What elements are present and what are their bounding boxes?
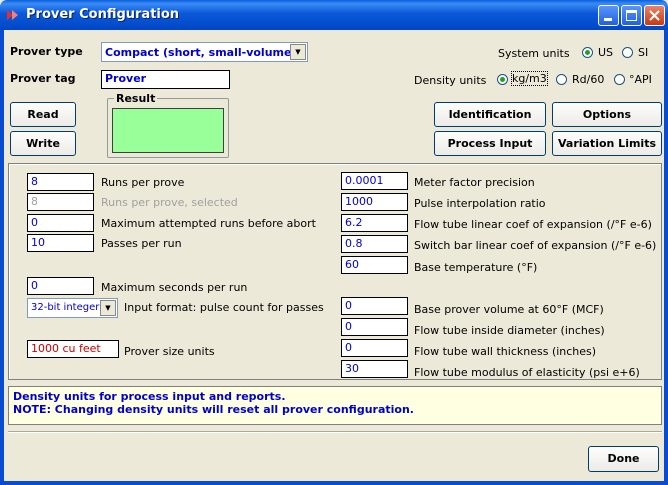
prover-type-select[interactable]: Compact (short, small-volume) ▼ — [101, 42, 308, 62]
flow-tube-modulus-input[interactable]: 30 — [341, 360, 408, 378]
chevron-down-icon[interactable]: ▼ — [290, 44, 306, 60]
flow-tube-linear-coef-label: Flow tube linear coef of expansion (/°F … — [414, 218, 652, 231]
max-attempted-runs-label: Maximum attempted runs before abort — [101, 217, 316, 230]
runs-per-prove-input[interactable]: 8 — [27, 173, 94, 191]
density-kgm3-label: kg/m3 — [511, 71, 548, 86]
identification-button-label: Identification — [448, 108, 532, 121]
prover-type-label: Prover type — [10, 45, 83, 58]
flow-tube-diameter-input[interactable]: 0 — [341, 318, 408, 336]
base-temperature-label: Base temperature (°F) — [414, 261, 538, 274]
system-units-label: System units — [498, 47, 570, 60]
result-indicator — [112, 108, 224, 153]
passes-per-run-label: Passes per run — [101, 237, 182, 250]
process-input-button-label: Process Input — [447, 137, 533, 150]
window-frame-left — [0, 30, 4, 485]
minimize-icon — [604, 18, 612, 21]
flow-tube-modulus-label: Flow tube modulus of elasticity (psi e+6… — [414, 366, 640, 379]
input-format-label: Input format: pulse count for passes — [124, 301, 324, 314]
result-label: Result — [114, 92, 158, 105]
base-prover-volume-input[interactable]: 0 — [341, 297, 408, 315]
maximize-icon — [626, 10, 637, 21]
help-message-box: Density units for process input and repo… — [8, 386, 662, 425]
options-button-label: Options — [582, 108, 632, 121]
prover-tag-label: Prover tag — [10, 72, 76, 85]
density-units-label: Density units — [414, 74, 487, 87]
switch-bar-coef-input[interactable]: 0.8 — [341, 235, 408, 253]
window-frame-right — [664, 30, 668, 485]
input-format-value: 32-bit integer — [31, 302, 100, 313]
prover-type-value: Compact (short, small-volume) — [105, 46, 297, 59]
process-input-button[interactable]: Process Input — [434, 131, 546, 156]
pulse-interpolation-input[interactable]: 1000 — [341, 193, 408, 211]
base-prover-volume-label: Base prover volume at 60°F (MCF) — [414, 303, 604, 316]
max-attempted-runs-input[interactable]: 0 — [27, 214, 94, 232]
close-icon — [649, 10, 660, 21]
runs-per-prove-selected-label: Runs per prove, selected — [101, 196, 238, 209]
passes-per-run-input[interactable]: 10 — [27, 234, 94, 252]
base-temperature-input[interactable]: 60 — [341, 256, 408, 274]
title-bar[interactable]: Prover Configuration — [0, 0, 668, 30]
footer-separator — [8, 431, 662, 433]
maximize-button[interactable] — [621, 5, 642, 26]
density-api-radio[interactable] — [614, 74, 625, 85]
variation-limits-button[interactable]: Variation Limits — [552, 131, 662, 156]
window-frame-bottom — [0, 481, 668, 485]
flow-tube-diameter-label: Flow tube inside diameter (inches) — [414, 324, 605, 337]
done-button[interactable]: Done — [588, 446, 659, 472]
done-button-label: Done — [607, 452, 640, 465]
flow-tube-wall-thickness-input[interactable]: 0 — [341, 339, 408, 357]
close-button[interactable] — [644, 5, 665, 26]
flow-tube-linear-coef-input[interactable]: 6.2 — [341, 214, 408, 232]
meter-factor-precision-label: Meter factor precision — [414, 176, 535, 189]
variation-limits-button-label: Variation Limits — [557, 137, 657, 150]
read-button-label: Read — [27, 108, 59, 121]
system-units-si-radio[interactable] — [622, 47, 633, 58]
runs-per-prove-label: Runs per prove — [101, 176, 185, 189]
system-units-us-radio[interactable] — [582, 47, 593, 58]
density-rd60-label: Rd/60 — [572, 73, 605, 86]
options-button[interactable]: Options — [552, 102, 662, 127]
chevron-down-icon[interactable]: ▼ — [100, 300, 116, 316]
system-units-si-label: SI — [638, 46, 649, 59]
read-button[interactable]: Read — [10, 102, 76, 127]
prover-tag-input[interactable]: Prover — [101, 70, 230, 89]
write-button-label: Write — [26, 137, 60, 150]
input-format-select[interactable]: 32-bit integer ▼ — [27, 298, 118, 318]
density-kgm3-radio[interactable] — [497, 74, 508, 85]
app-icon — [7, 10, 18, 20]
flow-tube-wall-thickness-label: Flow tube wall thickness (inches) — [414, 345, 597, 358]
max-seconds-input[interactable]: 0 — [27, 277, 94, 295]
help-message-line-2: NOTE: Changing density units will reset … — [13, 403, 414, 416]
density-rd60-radio[interactable] — [556, 74, 567, 85]
meter-factor-precision-input[interactable]: 0.0001 — [341, 172, 408, 190]
help-message-line-1: Density units for process input and repo… — [13, 390, 286, 403]
prover-size-units-label: Prover size units — [124, 345, 215, 358]
runs-per-prove-selected-input: 8 — [27, 193, 94, 211]
minimize-button[interactable] — [598, 5, 619, 26]
density-api-label: °API — [629, 73, 652, 86]
window-title: Prover Configuration — [26, 7, 180, 22]
max-seconds-label: Maximum seconds per run — [101, 281, 248, 294]
switch-bar-coef-label: Switch bar linear coef of expansion (/°F… — [414, 239, 657, 252]
pulse-interpolation-label: Pulse interpolation ratio — [414, 197, 546, 210]
identification-button[interactable]: Identification — [434, 102, 546, 127]
system-units-us-label: US — [598, 46, 614, 59]
prover-size-units-input[interactable]: 1000 cu feet — [27, 340, 119, 358]
write-button[interactable]: Write — [10, 131, 76, 156]
